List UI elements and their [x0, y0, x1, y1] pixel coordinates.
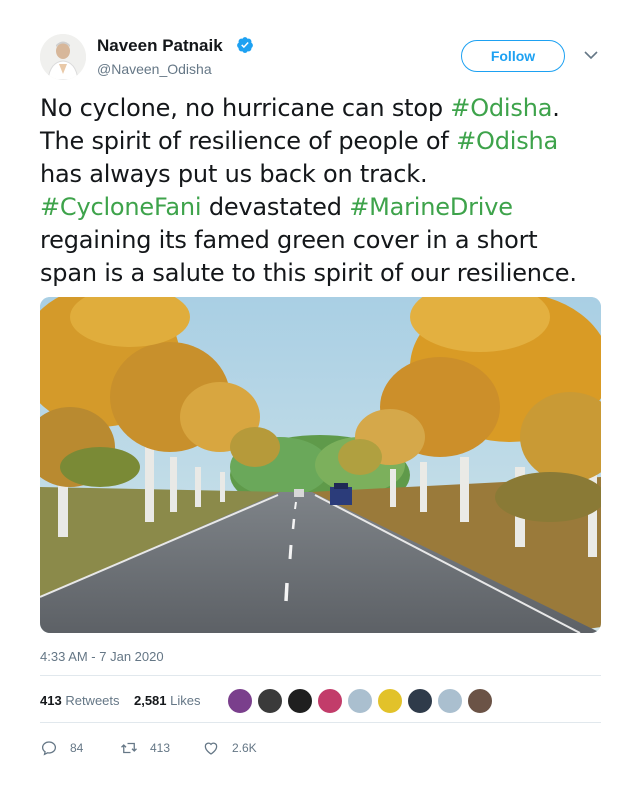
liker-avatar[interactable] [376, 687, 404, 715]
tweet-text-line: The spirit of resilience of people of #O… [40, 125, 620, 158]
author-name[interactable]: Naveen Patnaik [97, 36, 223, 56]
author-handle[interactable]: @Naveen_Odisha [97, 61, 212, 77]
liker-avatars [226, 687, 496, 715]
liker-avatar[interactable] [286, 687, 314, 715]
retweet-count: 413 [150, 741, 171, 755]
hashtag-link[interactable]: #MarineDrive [349, 193, 513, 221]
chevron-down-icon[interactable] [583, 49, 599, 61]
hashtag-link[interactable]: #Odisha [450, 94, 552, 122]
retweet-action[interactable]: 413 [120, 739, 170, 757]
heart-icon [204, 742, 218, 755]
retweets-label[interactable]: Retweets [65, 693, 119, 708]
tweet-header: Naveen Patnaik @Naveen_Odisha Follow [0, 0, 640, 92]
tweet-text-segment: The spirit of resilience of people of [40, 127, 457, 155]
like-action[interactable]: 2.6K [202, 739, 257, 757]
tweet-text-segment: has always put us back on track. [40, 160, 428, 188]
tweet-text-line: has always put us back on track. [40, 158, 620, 191]
hashtag-link[interactable]: #Odisha [456, 127, 558, 155]
tweet-text-segment: No cyclone, no hurricane can stop [40, 94, 451, 122]
tweet-actions: 84 413 2.6K [40, 739, 340, 759]
reply-icon [41, 741, 57, 756]
reply-action[interactable]: 84 [40, 739, 83, 757]
divider [40, 722, 601, 723]
tweet-timestamp[interactable]: 4:33 AM - 7 Jan 2020 [40, 649, 164, 664]
tweet-photo[interactable] [40, 297, 601, 633]
liker-avatar[interactable] [346, 687, 374, 715]
tweet-text-segment: regaining its famed green cover in a sho… [40, 226, 538, 254]
tweet-text-segment: devastated [201, 193, 350, 221]
tweet-text-segment: . [552, 94, 560, 122]
follow-button[interactable]: Follow [461, 40, 565, 72]
tweet-text: No cyclone, no hurricane can stop #Odish… [40, 92, 620, 290]
likes-count[interactable]: 2,581 [134, 693, 167, 708]
like-count: 2.6K [232, 741, 257, 755]
liker-avatar[interactable] [436, 687, 464, 715]
engagement-stats: 413 Retweets 2,581 Likes [40, 693, 201, 708]
liker-avatar[interactable] [256, 687, 284, 715]
liker-avatar[interactable] [316, 687, 344, 715]
hashtag-link[interactable]: #CycloneFani [40, 193, 202, 221]
verified-badge-icon [237, 37, 253, 53]
reply-count: 84 [70, 741, 84, 755]
tweet-text-line: span is a salute to this spirit of our r… [40, 257, 620, 290]
retweet-icon [121, 742, 137, 754]
retweets-count[interactable]: 413 [40, 693, 62, 708]
tweet-text-segment: span is a salute to this spirit of our r… [40, 259, 577, 287]
tweet-text-line: No cyclone, no hurricane can stop #Odish… [40, 92, 620, 125]
liker-avatar[interactable] [466, 687, 494, 715]
author-avatar[interactable] [40, 34, 86, 80]
divider [40, 675, 601, 676]
liker-avatar[interactable] [226, 687, 254, 715]
tweet-text-line: regaining its famed green cover in a sho… [40, 224, 620, 257]
likes-label[interactable]: Likes [170, 693, 200, 708]
liker-avatar[interactable] [406, 687, 434, 715]
tweet-text-line: #CycloneFani devastated #MarineDrive [40, 191, 620, 224]
